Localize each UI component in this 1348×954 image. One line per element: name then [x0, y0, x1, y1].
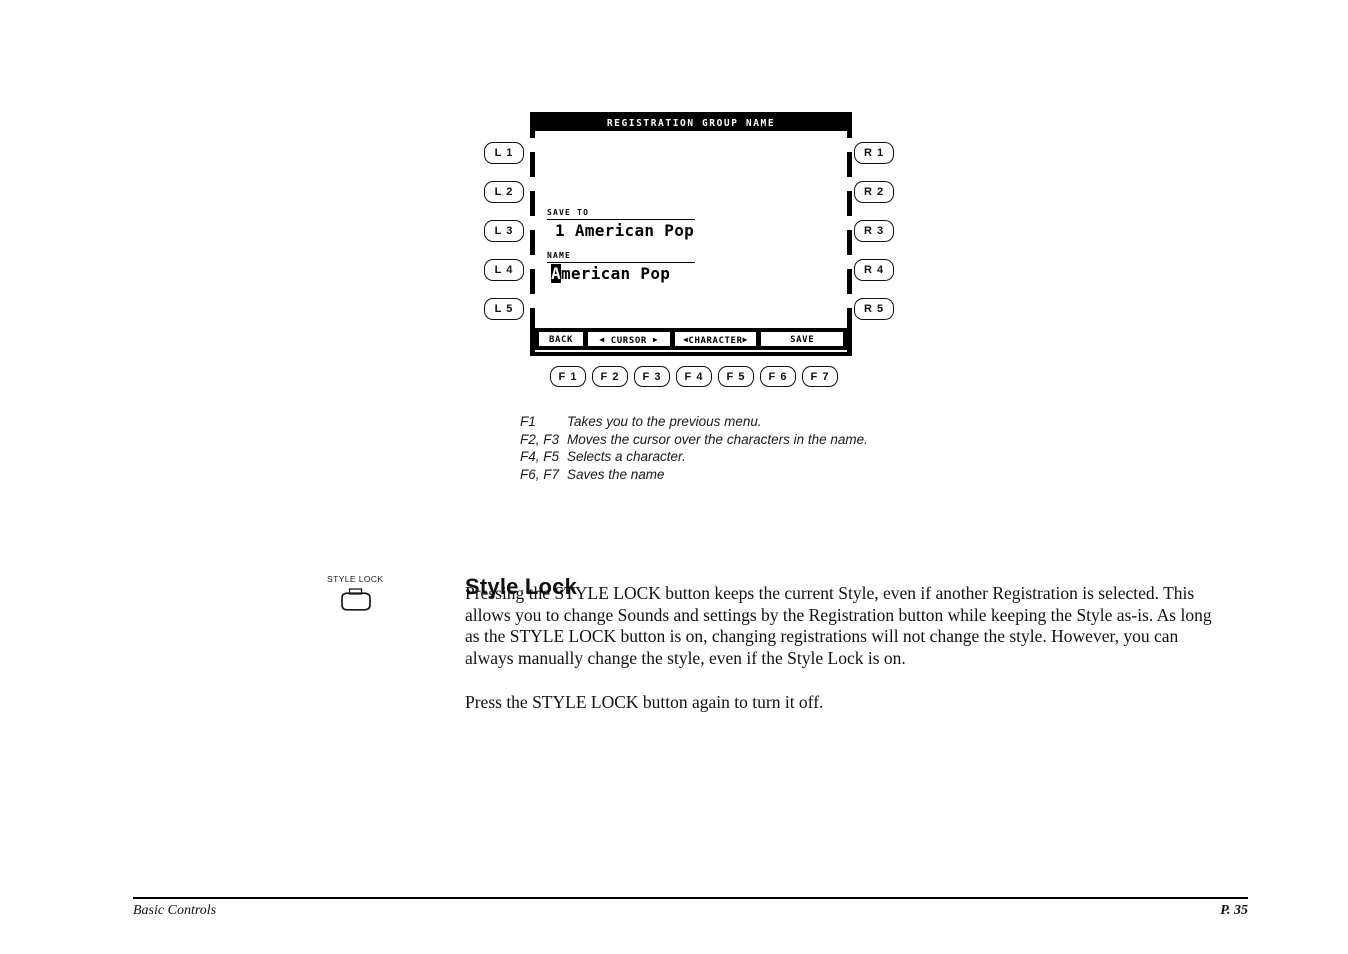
side-button-l3-label: L 3: [494, 225, 514, 237]
side-button-l5[interactable]: L 5: [484, 298, 524, 320]
side-button-l1[interactable]: L 1: [484, 142, 524, 164]
style-lock-button-caption: STYLE LOCK: [327, 574, 384, 584]
page-footer: Basic Controls P. 35: [133, 903, 1248, 919]
bezel-notch-right-2: [846, 177, 852, 191]
side-button-r4[interactable]: R 4: [854, 259, 894, 281]
function-button-f6[interactable]: F 6: [760, 366, 796, 387]
softkey-back-label: BACK: [548, 335, 574, 345]
side-button-r5[interactable]: R 5: [854, 298, 894, 320]
function-button-f2[interactable]: F 2: [592, 366, 628, 387]
function-button-row: F 1 F 2 F 3 F 4 F 5 F 6 F 7: [550, 366, 838, 387]
legend-row: F1 Takes you to the previous menu.: [520, 413, 868, 431]
lcd-field-name-value[interactable]: American Pop: [547, 264, 747, 284]
style-lock-body-text: Pressing the STYLE LOCK button keeps the…: [465, 583, 1225, 713]
bezel-notch-right-1: [846, 138, 852, 152]
lcd-title: REGISTRATION GROUP NAME: [535, 116, 847, 131]
footer-page-number: P. 35: [1220, 903, 1248, 918]
side-button-l2-label: L 2: [494, 186, 514, 198]
bezel-notch-left-2: [530, 177, 536, 191]
side-button-r3[interactable]: R 3: [854, 220, 894, 242]
legend-description: Takes you to the previous menu.: [567, 414, 762, 429]
side-button-l1-label: L 1: [494, 147, 514, 159]
side-button-l2[interactable]: L 2: [484, 181, 524, 203]
lcd-field-name-value-rest: merican Pop: [560, 264, 671, 283]
bezel-notch-right-3: [846, 216, 852, 230]
legend-keys: F1: [520, 414, 536, 429]
legend-keys: F4, F5: [520, 449, 560, 464]
bezel-notch-left-4: [530, 255, 536, 269]
legend-keys: F6, F7: [520, 466, 560, 482]
function-button-f7[interactable]: F 7: [802, 366, 838, 387]
side-button-r2[interactable]: R 2: [854, 181, 894, 203]
softkey-back[interactable]: BACK: [538, 331, 584, 347]
cursor-left-arrow-icon: ◀: [599, 335, 605, 344]
softkey-cursor-label: CURSOR: [610, 336, 647, 346]
left-button-column: L 1 L 2 L 3 L 4 L 5: [484, 142, 528, 337]
style-lock-button-icon: [337, 588, 375, 614]
side-button-l5-label: L 5: [494, 303, 514, 315]
lcd-screen: REGISTRATION GROUP NAME SAVE TO 1 Americ…: [535, 116, 847, 352]
side-button-r2-label: R 2: [863, 186, 885, 198]
softkey-cursor[interactable]: ◀ CURSOR ▶: [587, 331, 671, 347]
legend-row: F4, F5 Selects a character.: [520, 448, 868, 466]
function-button-f7-label: F 7: [810, 370, 830, 383]
cursor-right-arrow-icon: ▶: [652, 335, 659, 344]
side-button-r5-label: R 5: [863, 303, 885, 315]
function-button-f5[interactable]: F 5: [718, 366, 754, 387]
lcd-softkey-bar: BACK ◀ CURSOR ▶ ◀CHARACTER▶ SAVE: [535, 328, 847, 350]
footer-section-label: Basic Controls: [133, 903, 217, 918]
legend-description: Saves the name: [567, 466, 665, 482]
right-button-column: R 1 R 2 R 3 R 4 R 5: [854, 142, 898, 337]
bezel-notch-left-5: [530, 294, 536, 308]
function-button-f1-label: F 1: [558, 370, 578, 383]
style-lock-button-illustration: STYLE LOCK: [327, 574, 447, 614]
softkey-character[interactable]: ◀CHARACTER▶: [673, 331, 758, 347]
function-button-f2-label: F 2: [600, 370, 620, 383]
legend-keys: F2, F3: [520, 431, 560, 447]
legend-description: Selects a character.: [567, 449, 686, 464]
lcd-field-save-to: SAVE TO 1 American Pop: [547, 208, 747, 241]
lcd-field-name-label: NAME: [547, 251, 695, 263]
side-button-r3-label: R 3: [863, 225, 885, 237]
legend-description: Moves the cursor over the characters in …: [567, 431, 868, 447]
function-button-f4[interactable]: F 4: [676, 366, 712, 387]
function-button-f1[interactable]: F 1: [550, 366, 586, 387]
softkey-save[interactable]: SAVE: [760, 331, 845, 347]
lcd-panel-assembly: L 1 L 2 L 3 L 4 L 5 R 1 R 2 R 3 R 4 R 5 …: [480, 112, 900, 402]
bezel-notch-left-1: [530, 138, 536, 152]
character-right-arrow-icon: ▶: [742, 335, 749, 344]
softkey-save-label: SAVE: [790, 335, 815, 345]
side-button-l4-label: L 4: [494, 264, 514, 276]
legend-row: F2, F3 Moves the cursor over the charact…: [520, 431, 868, 449]
side-button-r1-label: R 1: [863, 147, 885, 159]
softkey-character-label: CHARACTER: [688, 336, 743, 346]
function-button-f3[interactable]: F 3: [634, 366, 670, 387]
bezel-notch-right-5: [846, 294, 852, 308]
side-button-r1[interactable]: R 1: [854, 142, 894, 164]
style-lock-paragraph-1: Pressing the STYLE LOCK button keeps the…: [465, 583, 1212, 669]
bezel-notch-left-3: [530, 216, 536, 230]
style-lock-paragraph-2: Press the STYLE LOCK button again to tur…: [465, 691, 824, 712]
function-key-legend: F1 Takes you to the previous menu. F2, F…: [520, 413, 868, 483]
text-cursor: A: [551, 264, 561, 283]
function-button-f5-label: F 5: [726, 370, 746, 383]
lcd-field-save-to-value[interactable]: 1 American Pop: [547, 221, 747, 241]
lcd-field-save-to-label: SAVE TO: [547, 208, 695, 220]
side-button-r4-label: R 4: [863, 264, 885, 276]
lcd-field-name: NAME American Pop: [547, 251, 747, 284]
bezel-notch-right-4: [846, 255, 852, 269]
function-button-f6-label: F 6: [768, 370, 788, 383]
side-button-l3[interactable]: L 3: [484, 220, 524, 242]
legend-row: F6, F7 Saves the name: [520, 466, 868, 484]
style-lock-button-shape-icon: [341, 588, 371, 611]
lcd-field-group: SAVE TO 1 American Pop NAME American Pop: [547, 208, 747, 294]
side-button-l4[interactable]: L 4: [484, 259, 524, 281]
lcd-bezel: REGISTRATION GROUP NAME SAVE TO 1 Americ…: [530, 112, 852, 356]
function-button-f4-label: F 4: [684, 370, 704, 383]
function-button-f3-label: F 3: [642, 370, 662, 383]
footer-divider: [133, 897, 1248, 899]
